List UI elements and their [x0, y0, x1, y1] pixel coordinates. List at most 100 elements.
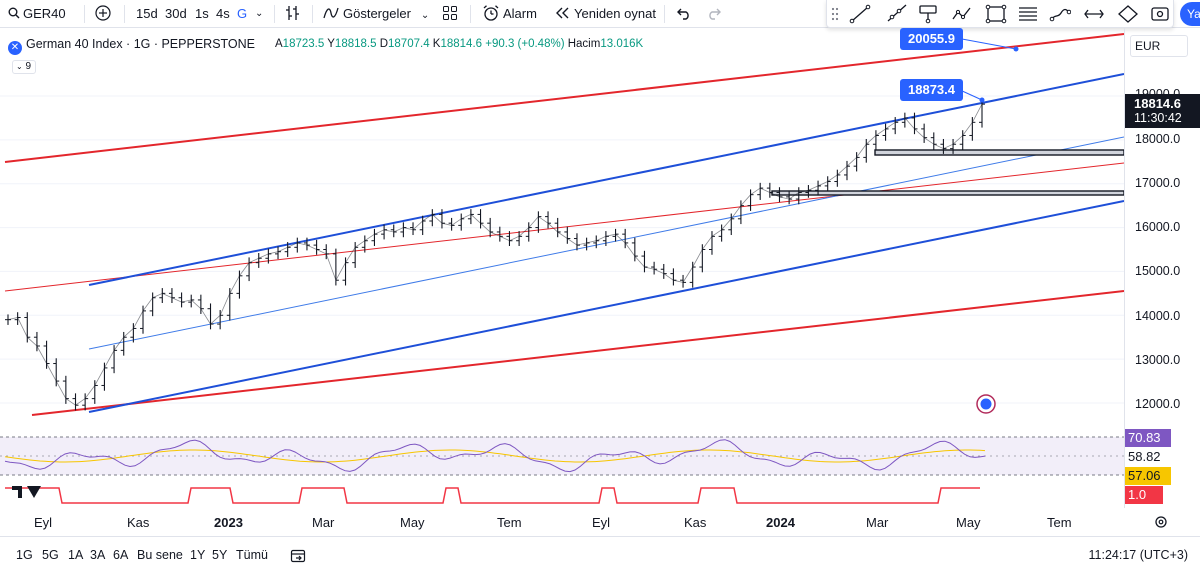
- range-5g[interactable]: 5G: [42, 548, 59, 562]
- volume-label: Hacim: [567, 38, 601, 50]
- channel-blue-lower: [88, 200, 1124, 413]
- last-price: 18814.6: [1134, 96, 1181, 111]
- low-prefix: D: [379, 38, 389, 50]
- interval-4s[interactable]: 4s: [216, 4, 230, 24]
- y-tick-16000: 16000.0: [1135, 220, 1181, 234]
- callout-icon[interactable]: [917, 4, 939, 24]
- undo-icon: [677, 8, 689, 20]
- x-tick-label: Kas: [127, 515, 150, 530]
- chevron-down-icon: ⌄: [16, 62, 23, 71]
- y-tick-17000: 17000.0: [1135, 176, 1181, 190]
- bottom-bar: 1G 5G 1A 3A 6A Bu sene 1Y 5Y Tümü 11:24:…: [0, 536, 1200, 575]
- target-point: [1013, 46, 1019, 52]
- range-5y[interactable]: 5Y: [212, 548, 227, 562]
- replay-button[interactable]: Yeniden oynat: [554, 4, 656, 24]
- trend-line-icon[interactable]: [849, 4, 871, 24]
- y-tick-13000: 13000.0: [1135, 353, 1181, 367]
- arrow-icon[interactable]: [1083, 4, 1105, 24]
- chart-type-button[interactable]: [284, 4, 302, 24]
- plus-circle-icon: [95, 5, 111, 21]
- last-price-box: 18814.6 11:30:42: [1125, 94, 1200, 128]
- interval-30d[interactable]: 30d: [165, 4, 187, 24]
- rectangle-icon[interactable]: [985, 4, 1007, 24]
- ohlc-readout: A18723.5 Y18818.5 D18707.4 K18814.6 +90.…: [275, 38, 643, 50]
- x-tick-label: Mar: [866, 515, 889, 530]
- bar-countdown: 11:30:42: [1134, 111, 1182, 125]
- price-axis[interactable]: EUR 19000.0 18000.0 17000.0 16000.0 1500…: [1124, 28, 1200, 508]
- legend-title[interactable]: German 40 Index · 1G · PEPPERSTONE: [26, 37, 255, 51]
- support-zone: [771, 190, 1124, 196]
- layouts-button[interactable]: [442, 4, 458, 24]
- logo-mark: [27, 486, 41, 498]
- y-tick-14000: 14000.0: [1135, 309, 1181, 323]
- sub-indicator-line: [5, 487, 980, 504]
- x-tick-label: May: [956, 515, 981, 530]
- x-tick-label: May: [400, 515, 425, 530]
- symbol-search-button[interactable]: GER40: [8, 4, 66, 24]
- go-to-date-button[interactable]: [290, 548, 306, 566]
- interval-1s[interactable]: 1s: [195, 4, 209, 24]
- interval-1g-active[interactable]: G: [237, 4, 247, 24]
- range-6a[interactable]: 6A: [113, 548, 128, 562]
- range-ytd[interactable]: Bu sene: [137, 548, 183, 562]
- range-1y[interactable]: 1Y: [190, 548, 205, 562]
- publish-button[interactable]: Yay: [1180, 2, 1200, 26]
- callout-target-upper[interactable]: 20055.9: [900, 28, 963, 50]
- callout-target-near[interactable]: 18873.4: [900, 79, 963, 101]
- rsi-aux-box: 57.06: [1125, 467, 1171, 485]
- path-icon[interactable]: [951, 4, 973, 24]
- collapse-indicators-button[interactable]: ⌄ 9: [12, 60, 36, 74]
- brush-icon[interactable]: [1049, 4, 1072, 24]
- undo-button[interactable]: [676, 4, 692, 24]
- support-zone: [874, 149, 1124, 156]
- flag-icon: ✕: [8, 41, 22, 55]
- x-tick-label: Eyl: [592, 515, 611, 530]
- logo-mark: [12, 486, 22, 498]
- volume-value: 13.016K: [600, 38, 644, 50]
- alarm-button[interactable]: Alarm: [482, 4, 537, 24]
- channel-red-lower: [31, 290, 1124, 416]
- symbol-label: GER40: [23, 6, 66, 21]
- x-tick-label: Tem: [497, 515, 522, 530]
- drawing-toolbar: [826, 0, 1174, 28]
- price-line: [7, 103, 983, 406]
- high-prefix: Y: [327, 38, 335, 50]
- range-3a[interactable]: 3A: [90, 548, 105, 562]
- interval-15d[interactable]: 15d: [136, 4, 158, 24]
- low-value: 18707.4: [388, 38, 430, 50]
- indicator-count: 9: [25, 61, 32, 72]
- currency-selector[interactable]: EUR: [1130, 35, 1188, 57]
- rewind-icon: [556, 7, 569, 19]
- ray-icon[interactable]: [885, 4, 907, 24]
- indicators-label: Göstergeler: [343, 6, 411, 21]
- range-1g[interactable]: 1G: [16, 548, 33, 562]
- compare-symbol-button[interactable]: [95, 4, 111, 24]
- range-1a[interactable]: 1A: [68, 548, 83, 562]
- open-value: 18723.5: [282, 38, 325, 50]
- change-value: +90.3 (+0.48%): [485, 38, 565, 50]
- x-tick-label: Mar: [312, 515, 335, 530]
- chevron-down-icon: ⌄: [420, 10, 430, 21]
- chart-overlay: [12, 38, 1019, 498]
- x-tick-label: Eyl: [34, 515, 53, 530]
- interval-dropdown-icon[interactable]: ⌄: [255, 4, 263, 24]
- bar-chart-icon: [286, 6, 299, 20]
- currency-label: EUR: [1135, 39, 1161, 53]
- ellipse-icon[interactable]: [1117, 4, 1139, 24]
- fib-retracement-icon[interactable]: [1017, 4, 1039, 24]
- replay-label: Yeniden oynat: [574, 6, 656, 21]
- alarm-clock-icon: [483, 5, 499, 21]
- search-icon: [8, 7, 20, 19]
- target-point: [979, 97, 985, 103]
- y-tick-15000: 15000.0: [1135, 264, 1181, 278]
- range-all[interactable]: Tümü: [236, 548, 268, 562]
- clock-timezone[interactable]: 11:24:17 (UTC+3): [1089, 548, 1188, 562]
- indicators-button[interactable]: Göstergeler ⌄: [322, 4, 429, 24]
- more-tools-icon[interactable]: [1149, 4, 1171, 24]
- x-tick-label: 2023: [214, 515, 243, 530]
- settings-gear-icon[interactable]: [1154, 515, 1168, 532]
- redo-button[interactable]: [706, 4, 722, 24]
- time-axis[interactable]: Eyl Kas 2023 Mar May Tem Eyl Kas 2024 Ma…: [0, 512, 1167, 534]
- close-value: 18814.6: [440, 38, 483, 50]
- target-circle-icon: [976, 394, 996, 414]
